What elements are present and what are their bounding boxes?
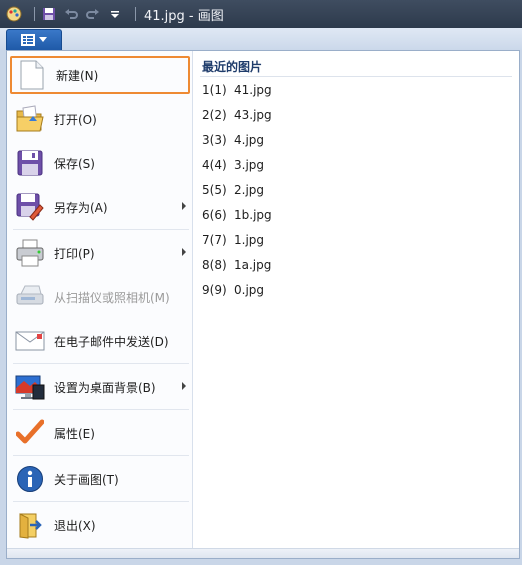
menu-item-label: 新建(N) [56, 68, 99, 83]
menu-item-open[interactable]: 打开(O) [10, 100, 190, 138]
window-title: 41.jpg - 画图 [144, 8, 224, 24]
ribbon-tab-strip [0, 28, 522, 50]
toolbar-separator [34, 7, 35, 21]
save-as-icon [14, 191, 46, 223]
recent-file-item[interactable]: 9(9) 0.jpg [202, 283, 264, 301]
app-menu-commands: 新建(N) 打开(O) 保存(S) 另存为(A) 打印(P) 从扫描仪或照相机(… [7, 51, 193, 548]
properties-check-icon [14, 417, 46, 449]
menu-item-label: 关于画图(T) [54, 472, 119, 487]
recent-file-name: 41.jpg [234, 83, 272, 97]
printer-icon [14, 237, 46, 269]
menu-item-properties[interactable]: 属性(E) [10, 414, 190, 452]
recent-file-item[interactable]: 7(7) 1.jpg [202, 233, 264, 251]
menu-item-label: 打印(P) [54, 246, 95, 261]
menu-item-set-desktop-background[interactable]: 设置为桌面背景(B) [10, 368, 190, 406]
recent-file-name: 0.jpg [234, 283, 265, 297]
app-menu-panel: 新建(N) 打开(O) 保存(S) 另存为(A) 打印(P) 从扫描仪或照相机(… [6, 50, 520, 559]
menu-item-label: 从扫描仪或照相机(M) [54, 290, 170, 305]
chevron-down-icon [39, 37, 47, 42]
app-frame: 新建(N) 打开(O) 保存(S) 另存为(A) 打印(P) 从扫描仪或照相机(… [0, 28, 522, 565]
recent-file-number: 5(5) [202, 183, 227, 197]
new-file-icon [16, 59, 48, 91]
recent-file-name: 43.jpg [234, 108, 272, 122]
recent-file-name: 2.jpg [234, 183, 265, 197]
desktop-background-icon [14, 371, 46, 403]
submenu-arrow-icon [182, 382, 186, 390]
paint-app-icon[interactable] [6, 6, 22, 22]
recent-file-item[interactable]: 6(6) 1b.jpg [202, 208, 272, 226]
recent-pictures-title: 最近的图片 [202, 60, 263, 74]
email-icon [14, 325, 46, 357]
menu-item-exit[interactable]: 退出(X) [10, 506, 190, 544]
customize-quick-access-icon[interactable] [107, 6, 123, 22]
recent-file-number: 3(3) [202, 133, 227, 147]
recent-file-number: 9(9) [202, 283, 227, 297]
scanner-icon [14, 281, 46, 313]
quick-save-icon[interactable] [41, 6, 57, 22]
recent-file-name: 1.jpg [234, 233, 265, 247]
menu-list-icon [21, 34, 35, 46]
title-bar: 41.jpg - 画图 [0, 0, 522, 28]
undo-icon[interactable] [63, 6, 79, 22]
menu-divider [13, 409, 189, 410]
recent-file-item[interactable]: 1(1) 41.jpg [202, 83, 272, 101]
menu-divider [13, 229, 189, 230]
menu-item-print[interactable]: 打印(P) [10, 234, 190, 272]
menu-item-new[interactable]: 新建(N) [10, 56, 190, 94]
recent-file-number: 7(7) [202, 233, 227, 247]
menu-item-label: 设置为桌面背景(B) [54, 380, 156, 395]
menu-item-label: 在电子邮件中发送(D) [54, 334, 169, 349]
about-info-icon [14, 463, 46, 495]
recent-file-name: 1b.jpg [234, 208, 272, 222]
recent-file-name: 1a.jpg [234, 258, 272, 272]
menu-divider [13, 363, 189, 364]
menu-item-label: 退出(X) [54, 518, 96, 533]
redo-icon[interactable] [85, 6, 101, 22]
menu-item-save[interactable]: 保存(S) [10, 144, 190, 182]
recent-file-number: 1(1) [202, 83, 227, 97]
recent-divider [200, 76, 512, 77]
menu-item-label: 保存(S) [54, 156, 95, 171]
recent-file-item[interactable]: 4(4) 3.jpg [202, 158, 264, 176]
menu-item-label: 属性(E) [54, 426, 95, 441]
recent-file-number: 6(6) [202, 208, 227, 222]
menu-item-save-as[interactable]: 另存为(A) [10, 188, 190, 226]
recent-file-number: 8(8) [202, 258, 227, 272]
recent-pictures-pane: 最近的图片 1(1) 41.jpg 2(2) 43.jpg 3(3) 4.jpg 4(4) 3… [194, 51, 519, 548]
menu-item-label: 另存为(A) [54, 200, 108, 215]
submenu-arrow-icon [182, 202, 186, 210]
save-icon [14, 147, 46, 179]
recent-file-item[interactable]: 2(2) 43.jpg [202, 108, 272, 126]
menu-divider [13, 501, 189, 502]
toolbar-separator [135, 7, 136, 21]
menu-item-from-scanner[interactable]: 从扫描仪或照相机(M) [10, 278, 190, 316]
exit-icon [14, 509, 46, 541]
recent-file-item[interactable]: 8(8) 1a.jpg [202, 258, 271, 276]
menu-item-label: 打开(O) [54, 112, 97, 127]
menu-item-send-email[interactable]: 在电子邮件中发送(D) [10, 322, 190, 360]
recent-file-number: 4(4) [202, 158, 227, 172]
recent-file-name: 4.jpg [234, 133, 265, 147]
open-folder-icon [14, 103, 46, 135]
recent-file-name: 3.jpg [234, 158, 265, 172]
menu-divider [13, 455, 189, 456]
recent-file-number: 2(2) [202, 108, 227, 122]
app-menu-footer [7, 548, 519, 558]
app-menu-button[interactable] [6, 29, 62, 50]
recent-file-item[interactable]: 3(3) 4.jpg [202, 133, 264, 151]
recent-file-item[interactable]: 5(5) 2.jpg [202, 183, 264, 201]
menu-item-about-paint[interactable]: 关于画图(T) [10, 460, 190, 498]
submenu-arrow-icon [182, 248, 186, 256]
